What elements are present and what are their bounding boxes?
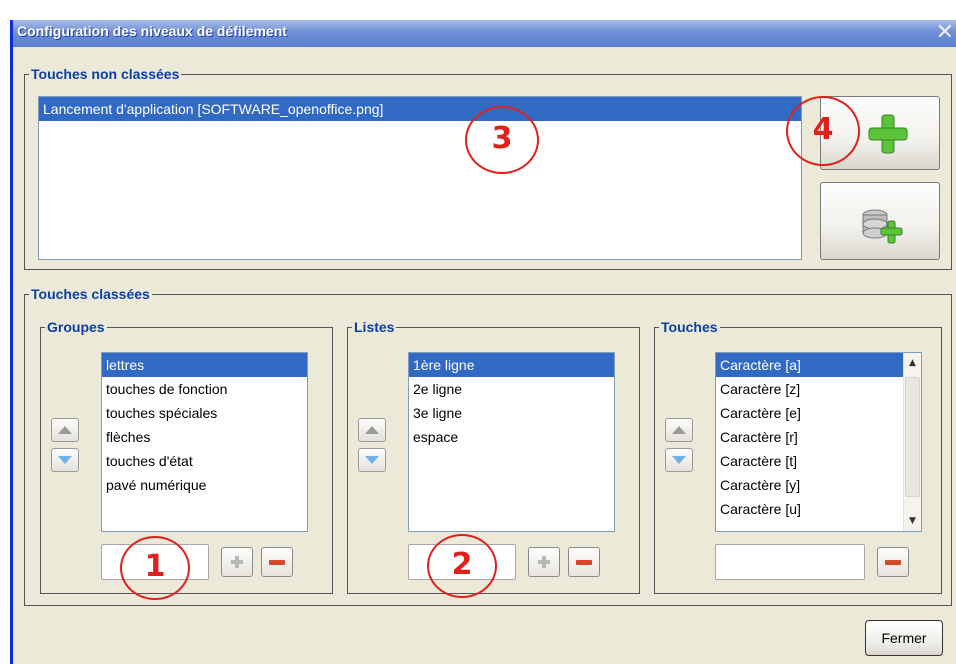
- lists-list[interactable]: 1ère ligne 2e ligne 3e ligne espace: [408, 352, 615, 532]
- annotation-circle-3: 3: [465, 106, 539, 174]
- remove-list-button[interactable]: [568, 547, 600, 577]
- arrow-down-icon: [58, 456, 72, 464]
- title-bar[interactable]: Configuration des niveaux de défilement …: [13, 20, 956, 47]
- keys-panel: Touches Caractère [a] Caractère [z] Cara…: [654, 318, 942, 594]
- list-item[interactable]: Caractère [u]: [716, 497, 921, 521]
- move-up-button[interactable]: [665, 418, 693, 442]
- unclassified-keys-list[interactable]: Lancement d'application [SOFTWARE_openof…: [38, 96, 802, 260]
- close-icon[interactable]: ✕: [936, 20, 954, 46]
- list-item[interactable]: 3e ligne: [409, 401, 614, 425]
- move-up-button[interactable]: [51, 418, 79, 442]
- close-button[interactable]: Fermer: [865, 620, 943, 656]
- list-item[interactable]: Caractère [y]: [716, 473, 921, 497]
- move-down-button[interactable]: [358, 448, 386, 472]
- keys-scrollbar[interactable]: ▲ ▼: [903, 353, 921, 531]
- scroll-down-icon[interactable]: ▼: [906, 515, 919, 527]
- arrow-up-icon: [672, 426, 686, 434]
- annotation-circle-1: 1: [120, 536, 190, 600]
- list-item[interactable]: flèches: [102, 425, 307, 449]
- minus-icon: [885, 560, 901, 565]
- list-item[interactable]: espace: [409, 425, 614, 449]
- minus-icon: [269, 560, 285, 565]
- list-item[interactable]: Caractère [r]: [716, 425, 921, 449]
- arrow-up-icon: [58, 426, 72, 434]
- arrow-down-icon: [672, 456, 686, 464]
- move-up-button[interactable]: [358, 418, 386, 442]
- list-item[interactable]: Caractère [z]: [716, 377, 921, 401]
- arrow-up-icon: [365, 426, 379, 434]
- scroll-thumb[interactable]: [905, 377, 920, 497]
- list-item[interactable]: touches spéciales: [102, 401, 307, 425]
- annotation-circle-4: 4: [786, 96, 860, 166]
- plus-icon: [231, 556, 243, 568]
- remove-key-button[interactable]: [877, 547, 909, 577]
- arrow-down-icon: [365, 456, 379, 464]
- classified-legend: Touches classées: [29, 285, 152, 303]
- lists-legend: Listes: [352, 318, 397, 336]
- unclassified-legend: Touches non classées: [29, 65, 182, 83]
- list-item[interactable]: touches d'état: [102, 449, 307, 473]
- plus-icon: [538, 556, 550, 568]
- groups-list[interactable]: lettres touches de fonction touches spéc…: [101, 352, 308, 532]
- keys-legend: Touches: [659, 318, 720, 336]
- annotation-circle-2: 2: [427, 534, 497, 598]
- window-title: Configuration des niveaux de défilement: [17, 23, 287, 39]
- list-item[interactable]: Caractère [e]: [716, 401, 921, 425]
- list-item[interactable]: Caractère [t]: [716, 449, 921, 473]
- database-add-icon: [862, 209, 903, 244]
- add-list-button[interactable]: [528, 547, 560, 577]
- minus-icon: [576, 560, 592, 565]
- keys-list[interactable]: Caractère [a] Caractère [z] Caractère [e…: [715, 352, 922, 532]
- list-item[interactable]: lettres: [102, 353, 307, 377]
- list-item[interactable]: 1ère ligne: [409, 353, 614, 377]
- scroll-up-icon[interactable]: ▲: [906, 357, 919, 369]
- move-down-button[interactable]: [665, 448, 693, 472]
- add-group-button[interactable]: [221, 547, 253, 577]
- list-item[interactable]: touches de fonction: [102, 377, 307, 401]
- move-down-button[interactable]: [51, 448, 79, 472]
- remove-group-button[interactable]: [261, 547, 293, 577]
- list-item[interactable]: 2e ligne: [409, 377, 614, 401]
- groups-legend: Groupes: [45, 318, 107, 336]
- list-item[interactable]: Caractère [a]: [716, 353, 903, 377]
- add-from-database-button[interactable]: [820, 182, 940, 260]
- list-item[interactable]: Lancement d'application [SOFTWARE_openof…: [39, 97, 801, 121]
- key-name-input[interactable]: [715, 544, 865, 580]
- list-item[interactable]: pavé numérique: [102, 473, 307, 497]
